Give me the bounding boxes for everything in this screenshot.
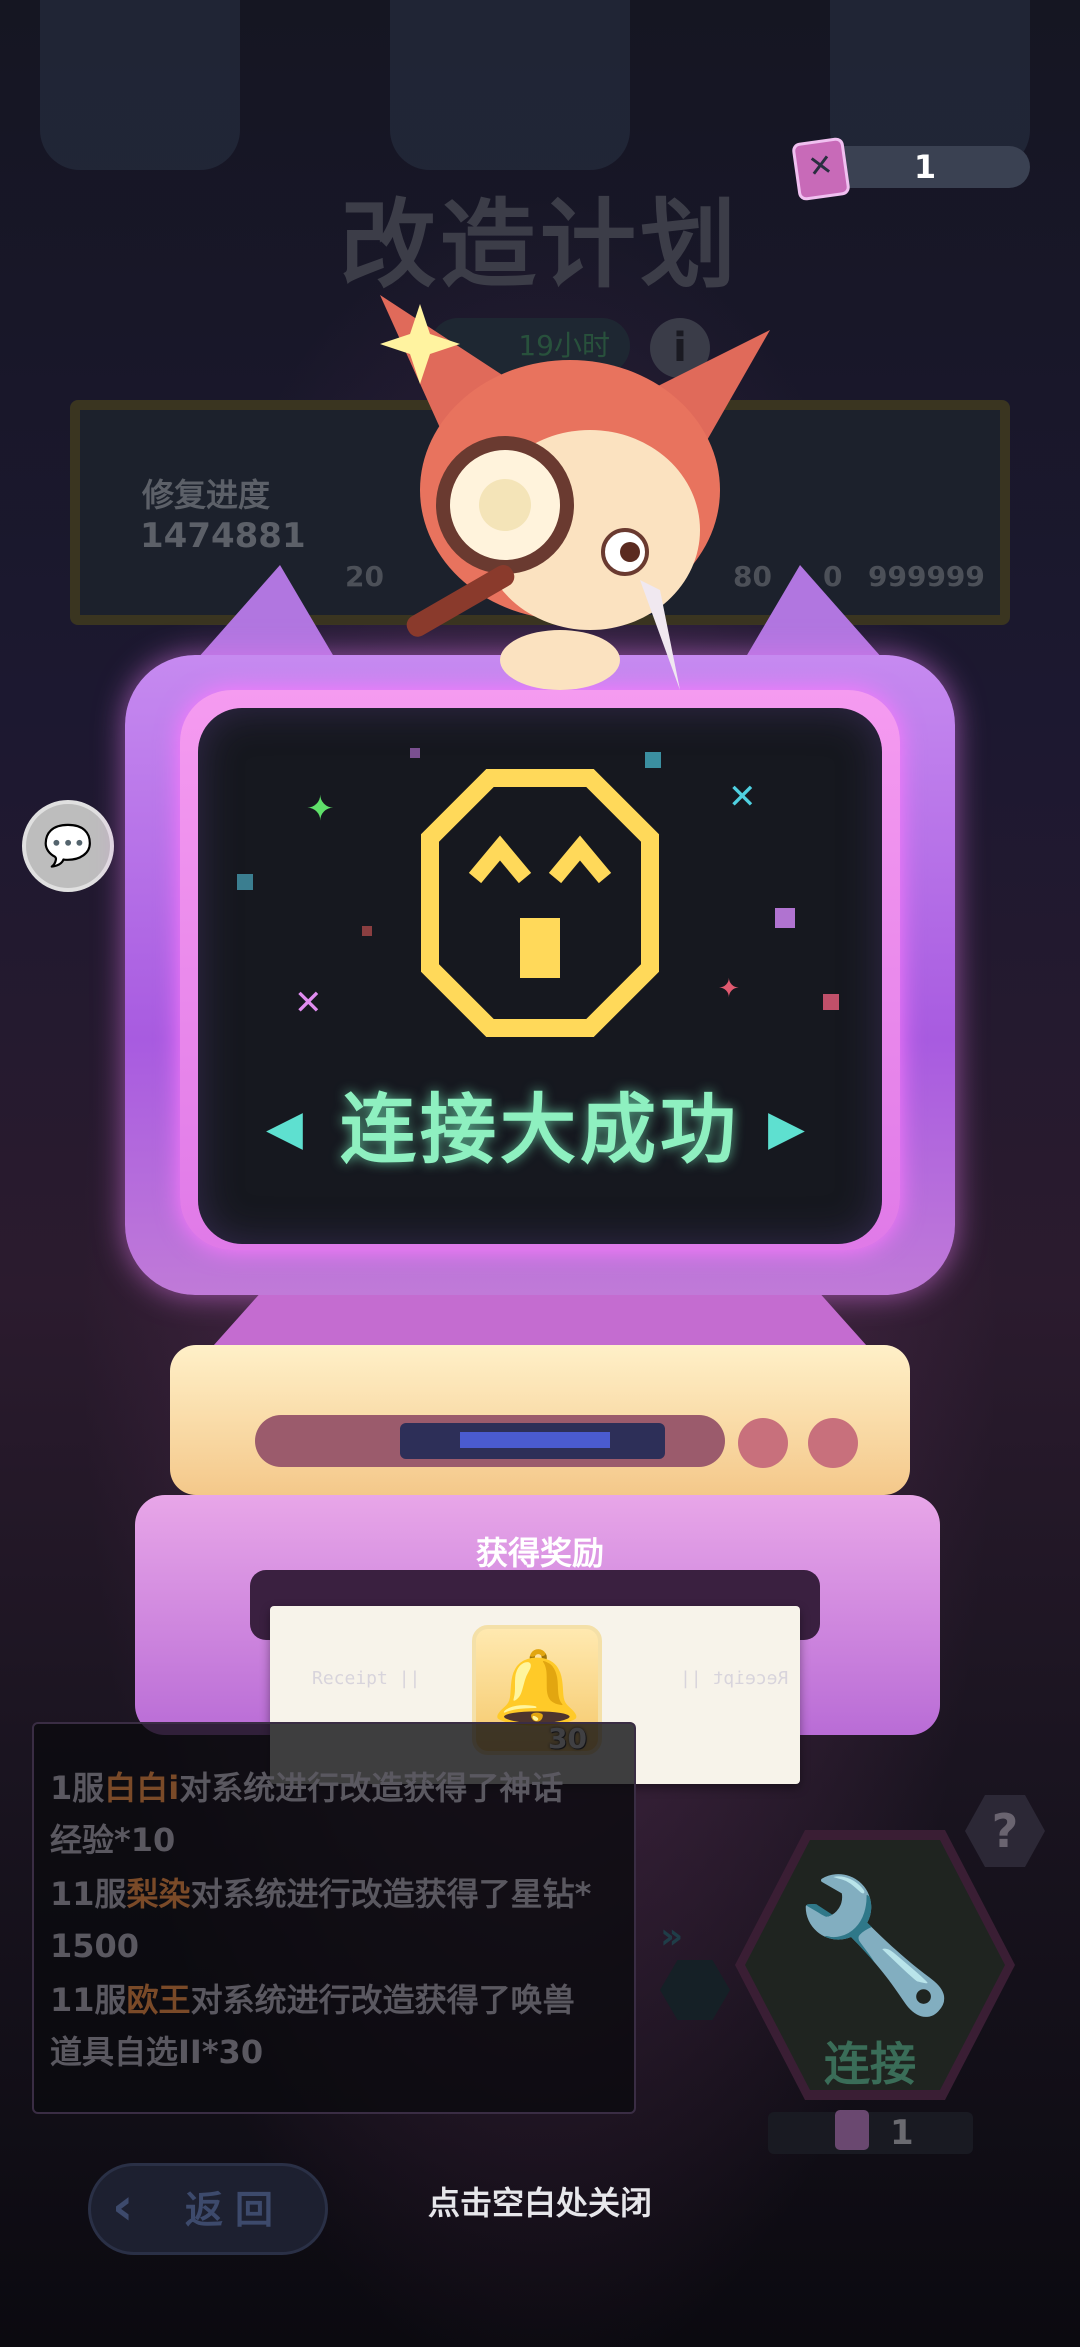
pixel-dot xyxy=(237,874,253,890)
chevron-right-icon: » xyxy=(660,1916,684,1957)
sparkle-icon: ✦ xyxy=(718,974,740,1004)
log-line: 1500 xyxy=(50,1927,140,1965)
log-line: 11服欧王对系统进行改造获得了唤兽 xyxy=(50,1981,575,2019)
pixel-dot xyxy=(410,748,420,758)
back-arrow-icon: ‹ xyxy=(112,2177,134,2237)
happy-pixel-face-icon xyxy=(421,769,659,1037)
milestone-label: 999999 xyxy=(868,560,985,593)
top-card-right xyxy=(830,0,1030,170)
wrench-card-icon xyxy=(835,2110,869,2150)
golden-bell-icon: 🔔 xyxy=(492,1645,582,1729)
log-line: 经验*10 xyxy=(50,1821,176,1859)
wrench-card-icon: ✕ xyxy=(791,136,851,202)
console-knob xyxy=(808,1418,858,1468)
log-line: 道具自选II*30 xyxy=(50,2033,264,2071)
page-title: 改造计划 xyxy=(340,189,740,301)
milestone-label: 0 xyxy=(823,560,843,593)
chat-icon[interactable]: 💬 xyxy=(22,800,114,892)
connect-cost xyxy=(768,2112,973,2154)
sparkle-icon: ✦ xyxy=(306,789,335,829)
log-line: 11服梨染对系统进行改造获得了星钻* xyxy=(50,1875,592,1913)
arrow-right-icon: ▶ xyxy=(768,1100,805,1156)
repair-progress-label: 修复进度 xyxy=(142,476,271,514)
connect-cost-value: 1 xyxy=(890,2113,914,2153)
pixel-dot xyxy=(645,752,661,768)
success-message: 连接大成功 xyxy=(340,1085,740,1174)
sparkle-icon: ✕ xyxy=(728,777,757,817)
reward-title: 获得奖励 xyxy=(475,1534,604,1572)
log-line: 1服白白i对系统进行改造获得了神话 xyxy=(50,1769,564,1807)
repair-progress-value: 1474881 xyxy=(140,516,306,556)
arrow-left-icon: ◀ xyxy=(266,1100,303,1156)
back-label: 返回 xyxy=(185,2188,286,2232)
console-knob xyxy=(738,1418,788,1468)
close-hint[interactable]: 点击空白处关闭 xyxy=(390,2178,690,2224)
console-track-light xyxy=(460,1432,610,1448)
receipt-text: Receipt || xyxy=(680,1668,789,1689)
pixel-dot xyxy=(823,994,839,1010)
pixel-dot xyxy=(362,926,372,936)
top-card-center xyxy=(390,0,630,170)
sparkle-icon: ✕ xyxy=(294,983,323,1023)
pixel-dot xyxy=(775,908,795,928)
wrench-hand-icon: 🔧 xyxy=(794,1869,956,2021)
receipt-text: Receipt || xyxy=(312,1668,421,1689)
currency-value: 1 xyxy=(913,148,937,186)
fox-detective-mascot xyxy=(380,295,770,690)
connect-label: 连接 xyxy=(824,2037,916,2091)
top-card-left xyxy=(40,0,240,170)
